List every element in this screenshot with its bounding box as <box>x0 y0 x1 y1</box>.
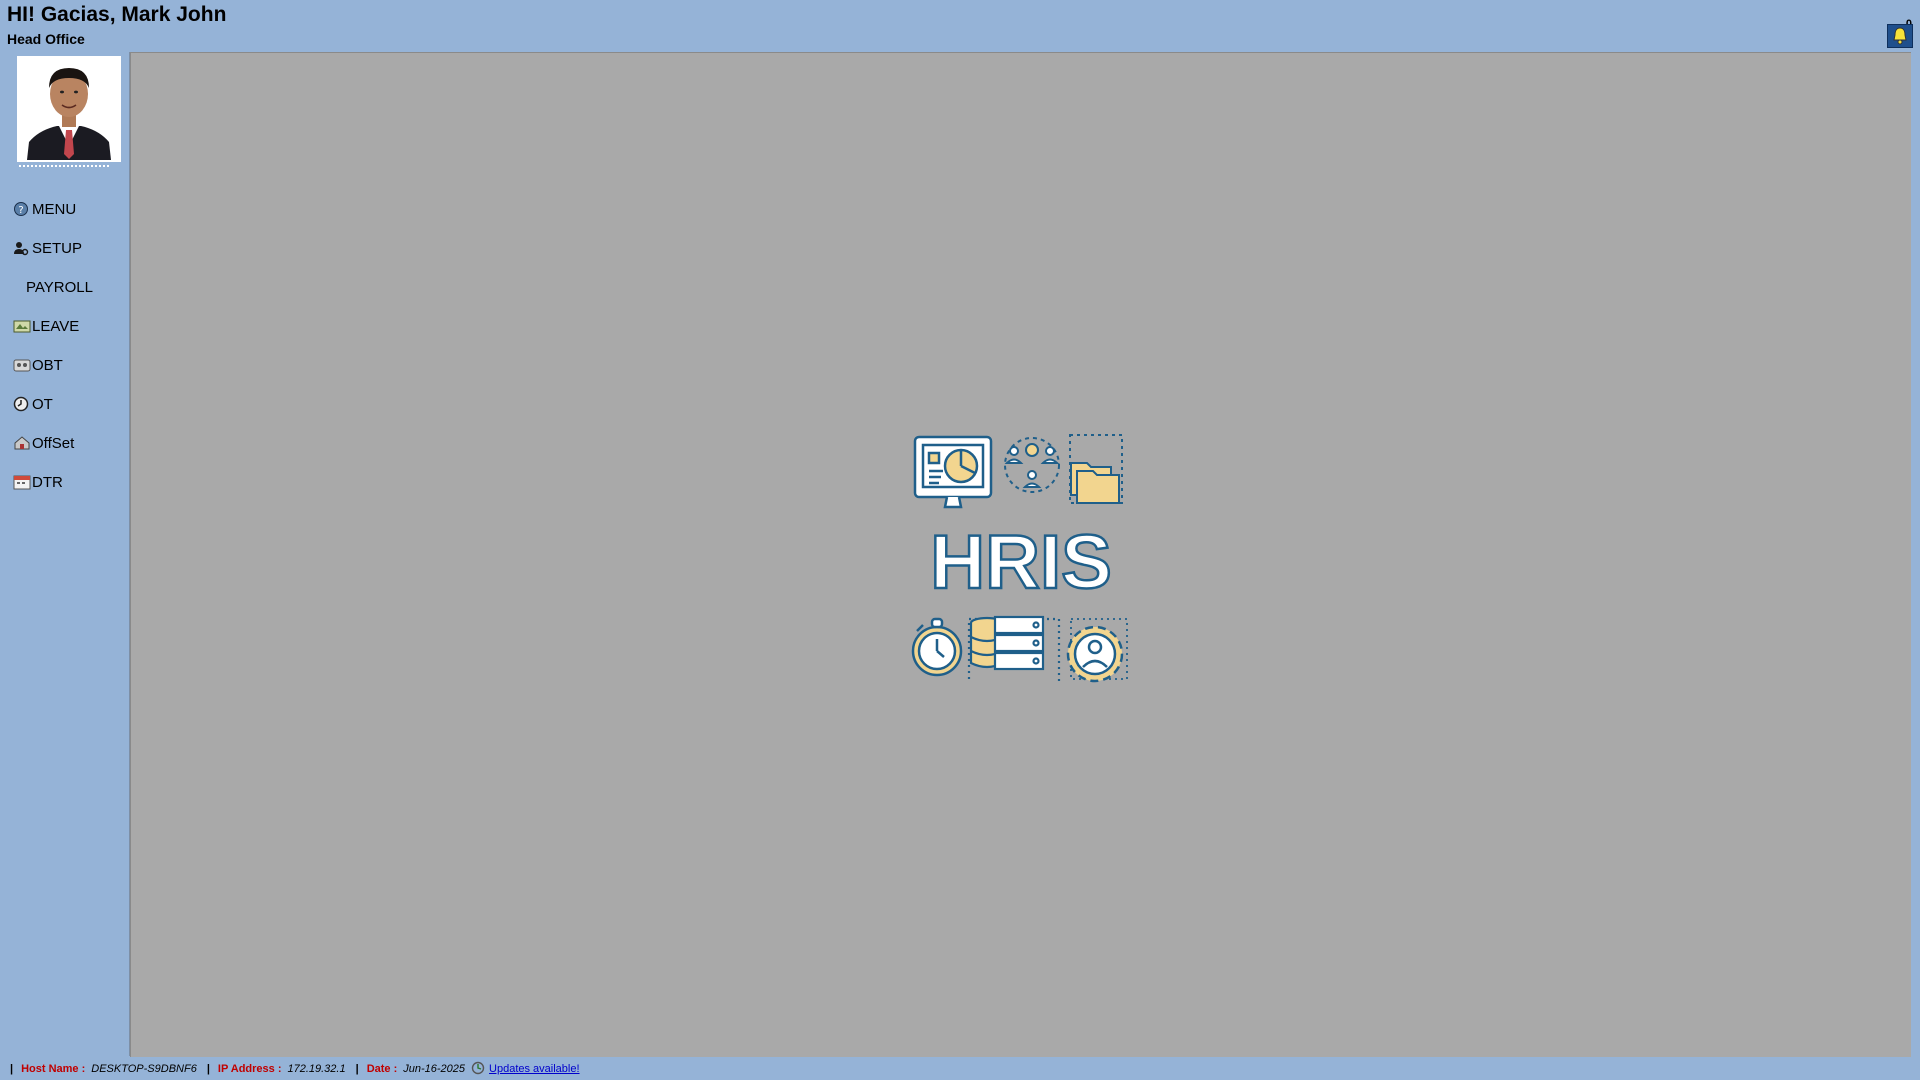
calendar-icon <box>13 474 31 490</box>
sidebar-item-label: PAYROLL <box>26 278 93 296</box>
sidebar-item-label: LEAVE <box>32 317 80 335</box>
ip-address-value: 172.19.32.1 <box>287 1063 346 1075</box>
sidebar-item-label: SETUP <box>32 239 83 257</box>
clock-icon <box>13 396 29 412</box>
date-value: Jun-16-2025 <box>403 1063 466 1075</box>
svg-text:?: ? <box>18 205 23 216</box>
date-label: Date : <box>366 1063 398 1075</box>
sidebar-item-dtr[interactable]: DTR <box>13 469 125 495</box>
host-name-value: DESKTOP-S9DBNF6 <box>91 1063 197 1075</box>
sidebar-item-label: DTR <box>32 473 63 491</box>
status-separator: | <box>355 1063 359 1075</box>
office-name: Head Office <box>7 31 85 47</box>
settings-person-icon <box>1066 618 1128 683</box>
sidebar-item-label: OT <box>32 395 53 413</box>
stopwatch-icon <box>911 617 963 677</box>
status-separator: | <box>206 1063 210 1075</box>
logo-text: HRIS <box>930 520 1112 605</box>
sidebar-item-setup[interactable]: SETUP <box>13 235 125 261</box>
host-name-label: Host Name : <box>21 1063 86 1075</box>
sidebar-item-obt[interactable]: OBT <box>13 352 125 378</box>
sidebar-item-label: MENU <box>32 200 77 218</box>
header-bar: HI! Gacias, Mark John Head Office 0 <box>0 0 1920 52</box>
sidebar-item-ot[interactable]: OT <box>13 391 125 417</box>
updates-available-link[interactable]: Updates available! <box>489 1063 580 1075</box>
user-greeting: HI! Gacias, Mark John <box>7 3 227 26</box>
monitor-chart-icon <box>913 435 993 509</box>
sidebar-item-label: OBT <box>32 356 63 374</box>
status-bar: | Host Name : DESKTOP-S9DBNF6 | IP Addre… <box>0 1058 1920 1080</box>
sidebar-item-menu[interactable]: ? MENU <box>13 196 125 222</box>
leave-icon <box>13 318 31 334</box>
offset-icon <box>13 435 30 451</box>
bell-icon <box>1893 27 1907 45</box>
ip-address-label: IP Address : <box>217 1063 282 1075</box>
obt-icon <box>13 357 31 373</box>
status-separator: | <box>10 1063 14 1075</box>
sidebar-item-payroll[interactable]: PAYROLL <box>13 274 125 300</box>
menu-icon: ? <box>13 201 29 217</box>
sidebar-item-leave[interactable]: LEAVE <box>13 313 125 339</box>
photo-divider <box>19 165 109 167</box>
main-content-area: HRIS <box>130 52 1911 1057</box>
sidebar-item-label: OffSet <box>32 434 75 452</box>
database-server-icon <box>967 615 1061 687</box>
sidebar-item-offset[interactable]: OffSet <box>13 430 125 456</box>
sidebar: ? MENU SETUP PAYROLL LEAVE OBT OT OffSet… <box>5 52 131 1056</box>
hris-logo: HRIS <box>911 433 1131 687</box>
team-gear-icon <box>1004 437 1060 493</box>
payroll-icon <box>13 279 23 295</box>
folder-icon <box>1069 434 1123 504</box>
user-gear-icon <box>13 240 29 256</box>
update-icon <box>471 1061 485 1078</box>
notification-button[interactable] <box>1887 24 1913 48</box>
user-avatar <box>17 56 121 162</box>
